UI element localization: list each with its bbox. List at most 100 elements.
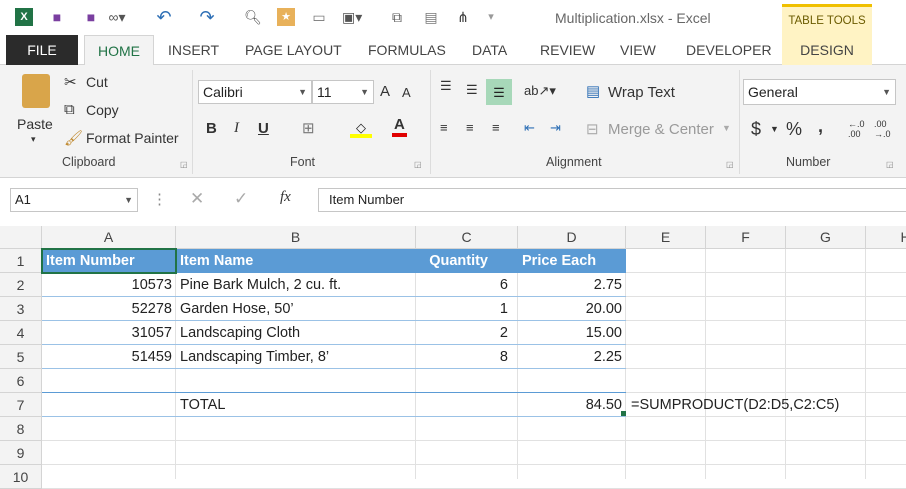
table-cell[interactable]: Landscaping Cloth xyxy=(176,321,416,345)
tab-home[interactable]: HOME xyxy=(84,35,154,66)
dialog-launcher-icon[interactable]: ◲ xyxy=(414,160,422,169)
align-middle-icon[interactable]: ☰ xyxy=(466,82,478,98)
align-bottom-icon[interactable]: ☰ xyxy=(486,79,512,105)
align-top-icon[interactable]: ☰ xyxy=(440,78,452,94)
align-center-icon[interactable]: ≡ xyxy=(466,120,474,135)
tab-page-layout[interactable]: PAGE LAYOUT xyxy=(237,35,350,65)
table-cell[interactable]: 52278 xyxy=(42,297,176,321)
touch-mode-icon[interactable]: ∞▾ xyxy=(108,8,126,26)
table-cell[interactable]: 51459 xyxy=(42,345,176,369)
print-preview-icon[interactable]: 🔍︎ xyxy=(244,8,262,26)
decrease-indent-icon[interactable]: ⇤ xyxy=(524,120,535,136)
decrease-decimal-icon[interactable]: .00 →.0 xyxy=(874,119,891,139)
total-label-cell[interactable]: TOTAL xyxy=(176,393,229,417)
fill-color-icon[interactable]: ◇ xyxy=(350,120,372,138)
formula-input[interactable]: Item Number xyxy=(318,188,906,212)
save-icon[interactable]: ■ xyxy=(48,8,66,26)
page-icon[interactable]: ▤ xyxy=(422,8,440,26)
tab-file[interactable]: FILE xyxy=(6,35,78,65)
borders-icon[interactable]: ⊞ xyxy=(302,119,315,137)
column-header-G[interactable]: G xyxy=(786,226,866,249)
table-cell[interactable]: Pine Bark Mulch, 2 cu. ft. xyxy=(176,273,416,297)
table-header-cell[interactable]: Quantity xyxy=(416,249,518,273)
name-box[interactable]: A1 ▼ xyxy=(10,188,138,212)
fill-handle[interactable] xyxy=(621,411,626,416)
tab-formulas[interactable]: FORMULAS xyxy=(360,35,454,65)
align-left-icon[interactable]: ≡ xyxy=(440,120,448,135)
table-cell[interactable]: 8 xyxy=(416,345,518,369)
table-cell[interactable]: 2.75 xyxy=(518,273,626,297)
row-header-6[interactable]: 6 xyxy=(0,369,42,393)
paste-icon[interactable] xyxy=(22,74,50,108)
currency-dropdown-icon[interactable]: ▼ xyxy=(770,124,779,134)
font-size-select[interactable]: 11 ▼ xyxy=(312,80,374,104)
smartart-icon[interactable]: ⋔ xyxy=(454,8,472,26)
table-cell[interactable]: 2 xyxy=(416,321,518,345)
customize-qat-icon[interactable]: ▾ xyxy=(482,8,500,26)
tab-design[interactable]: DESIGN xyxy=(782,35,872,65)
tab-developer[interactable]: DEVELOPER xyxy=(678,35,780,65)
column-header-D[interactable]: D xyxy=(518,226,626,249)
merge-center-button[interactable]: Merge & Center xyxy=(608,121,714,138)
percent-button[interactable]: % xyxy=(786,119,802,140)
select-all-corner[interactable] xyxy=(0,226,42,249)
column-header-B[interactable]: B xyxy=(176,226,416,249)
table-cell[interactable]: Landscaping Timber, 8’ xyxy=(176,345,416,369)
row-header-4[interactable]: 4 xyxy=(0,321,42,345)
paste-dropdown-icon[interactable]: ▾ xyxy=(31,134,36,145)
font-color-button[interactable]: A xyxy=(392,116,407,137)
format-painter-button[interactable]: Format Painter xyxy=(86,130,179,146)
row-header-8[interactable]: 8 xyxy=(0,417,42,441)
table-cell[interactable]: 31057 xyxy=(42,321,176,345)
cut-button[interactable]: Cut xyxy=(86,74,108,90)
column-header-C[interactable]: C xyxy=(416,226,518,249)
switch-windows-icon[interactable]: ⧉ xyxy=(388,8,406,26)
table-cell[interactable]: 20.00 xyxy=(518,297,626,321)
shrink-font-button[interactable]: A xyxy=(402,85,411,100)
table-cell[interactable]: Garden Hose, 50’ xyxy=(176,297,416,321)
bold-button[interactable]: B xyxy=(206,120,217,137)
align-right-icon[interactable]: ≡ xyxy=(492,120,500,135)
arrange-icon[interactable]: ▣▾ xyxy=(342,8,362,26)
column-header-H[interactable]: H xyxy=(866,226,906,249)
merge-dropdown-icon[interactable]: ▼ xyxy=(722,123,731,133)
redo-icon[interactable]: ↷ xyxy=(198,8,216,26)
table-header-cell[interactable]: Item Number xyxy=(42,249,176,273)
table-header-cell[interactable]: Item Name xyxy=(176,249,416,273)
font-name-select[interactable]: Calibri ▼ xyxy=(198,80,312,104)
row-header-10[interactable]: 10 xyxy=(0,465,42,489)
row-header-7[interactable]: 7 xyxy=(0,393,42,417)
picture-icon[interactable]: ▭ xyxy=(310,8,328,26)
table-cell[interactable]: 2.25 xyxy=(518,345,626,369)
row-header-2[interactable]: 2 xyxy=(0,273,42,297)
currency-button[interactable]: $ xyxy=(751,119,761,140)
table-cell[interactable]: 10573 xyxy=(42,273,176,297)
save-as-icon[interactable]: ■ xyxy=(82,8,100,26)
column-header-E[interactable]: E xyxy=(626,226,706,249)
column-header-A[interactable]: A xyxy=(42,226,176,249)
dialog-launcher-icon[interactable]: ◲ xyxy=(726,160,734,169)
undo-icon[interactable]: ↶ xyxy=(155,8,173,26)
increase-decimal-icon[interactable]: ←.0.00 xyxy=(848,119,865,139)
table-header-cell[interactable]: Price Each xyxy=(518,249,626,273)
dialog-launcher-icon[interactable]: ◲ xyxy=(180,160,188,169)
enter-icon[interactable]: ✓ xyxy=(234,189,248,209)
copy-button[interactable]: Copy xyxy=(86,102,119,118)
total-value-cell[interactable]: 84.50 xyxy=(518,393,626,417)
cancel-icon[interactable]: ✕ xyxy=(190,189,204,209)
increase-indent-icon[interactable]: ⇥ xyxy=(550,120,561,136)
tab-data[interactable]: DATA xyxy=(464,35,515,65)
dialog-launcher-icon[interactable]: ◲ xyxy=(886,160,894,169)
row-header-1[interactable]: 1 xyxy=(0,249,42,273)
row-header-3[interactable]: 3 xyxy=(0,297,42,321)
row-header-9[interactable]: 9 xyxy=(0,441,42,465)
tab-review[interactable]: REVIEW xyxy=(532,35,603,65)
wrap-text-button[interactable]: Wrap Text xyxy=(608,84,675,101)
paste-button[interactable]: Paste xyxy=(17,116,53,132)
orientation-icon[interactable]: ab↗▾ xyxy=(524,83,556,99)
grow-font-button[interactable]: A xyxy=(380,83,390,100)
tab-view[interactable]: VIEW xyxy=(612,35,664,65)
italic-button[interactable]: I xyxy=(234,120,239,137)
underline-button[interactable]: U xyxy=(258,120,269,137)
column-header-F[interactable]: F xyxy=(706,226,786,249)
